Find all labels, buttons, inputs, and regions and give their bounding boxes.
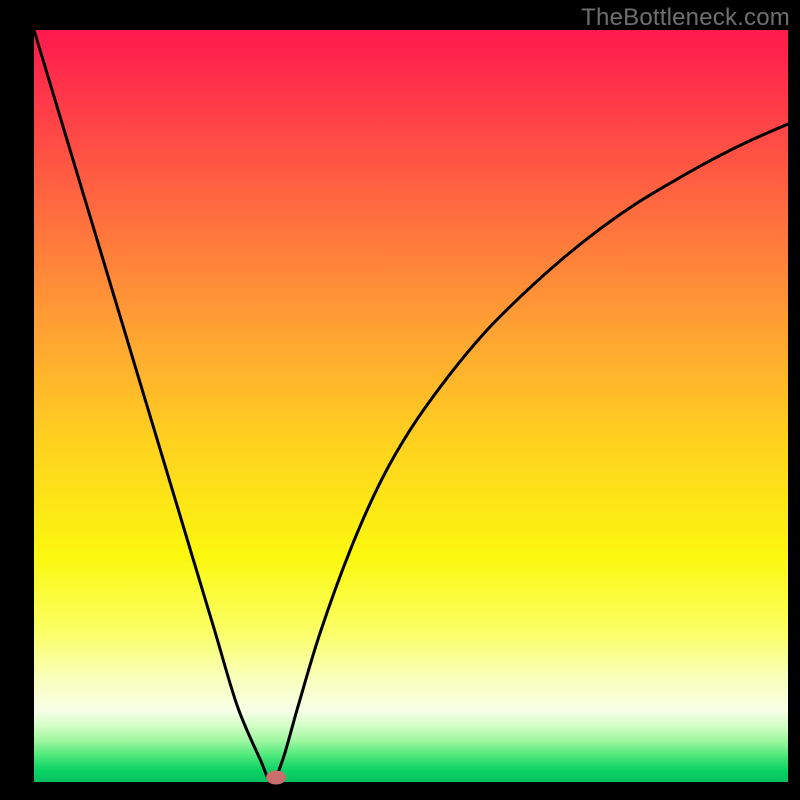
watermark-text: TheBottleneck.com xyxy=(581,4,790,32)
bottleneck-chart xyxy=(0,0,800,800)
optimum-marker xyxy=(266,770,286,784)
chart-stage: TheBottleneck.com xyxy=(0,0,800,800)
